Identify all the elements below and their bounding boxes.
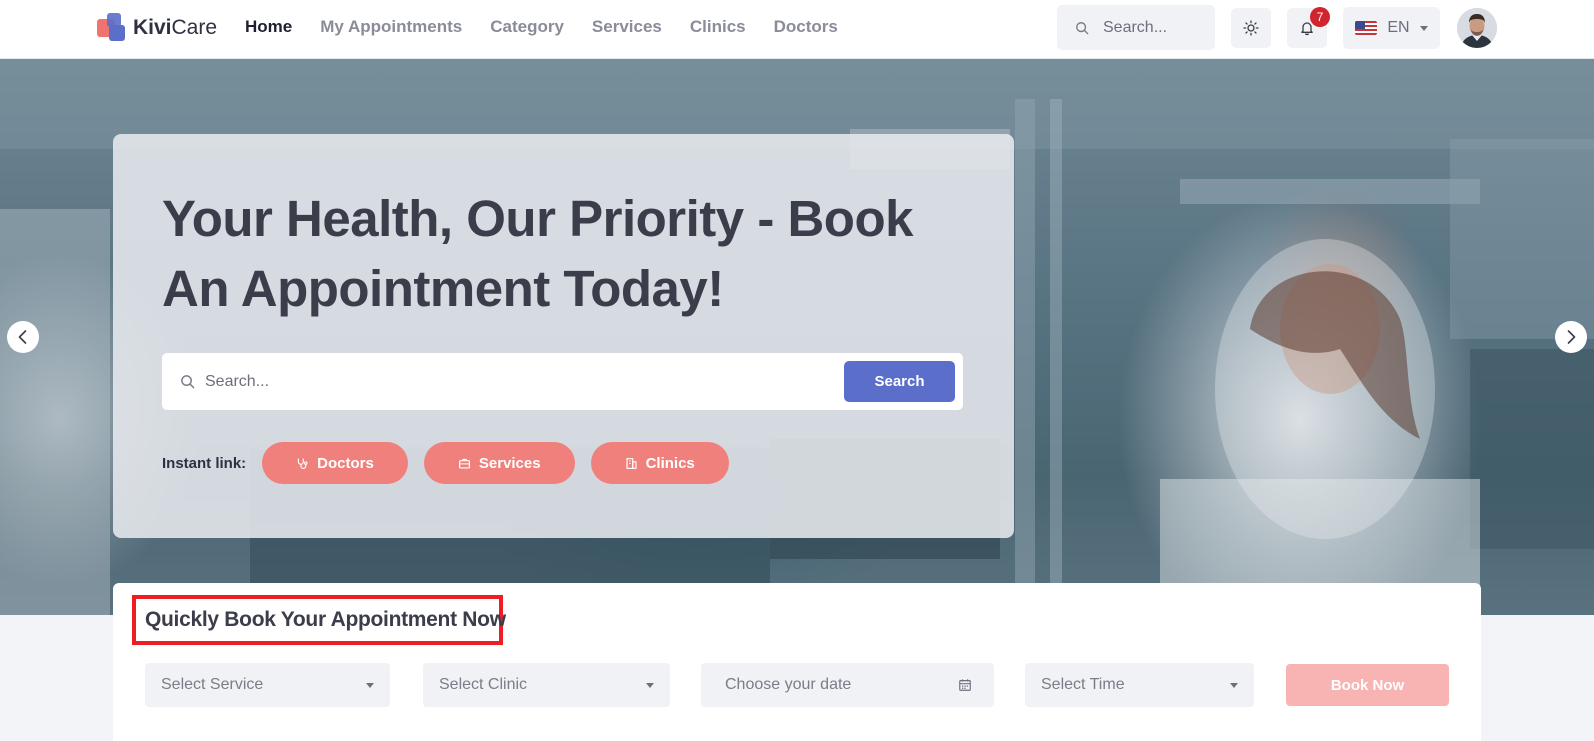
select-time-dropdown[interactable]: Select Time xyxy=(1025,663,1254,707)
select-clinic-dropdown[interactable]: Select Clinic xyxy=(423,663,670,707)
instant-link-clinics-label: Clinics xyxy=(645,454,695,472)
caret-down-icon xyxy=(1230,682,1238,688)
logo-text: KiviCare xyxy=(133,16,218,39)
building-icon xyxy=(626,457,637,469)
nav-my-appointments[interactable]: My Appointments xyxy=(320,17,462,37)
booking-title-highlight: Quickly Book Your Appointment Now xyxy=(132,595,506,645)
hero-search-button[interactable]: Search xyxy=(844,361,955,402)
nav-category[interactable]: Category xyxy=(490,17,564,37)
instant-links: Instant link: Doctors Services Clinics xyxy=(162,442,745,484)
language-dropdown[interactable]: EN xyxy=(1343,7,1440,49)
chevron-left-icon xyxy=(18,330,27,344)
us-flag-icon xyxy=(1355,21,1378,35)
search-icon xyxy=(181,375,195,389)
logo-icon xyxy=(97,13,127,43)
header-search xyxy=(1057,5,1215,50)
instant-link-services[interactable]: Services xyxy=(423,442,575,484)
select-service-dropdown[interactable]: Select Service xyxy=(145,663,390,707)
logo[interactable]: KiviCare xyxy=(97,13,217,43)
sun-icon xyxy=(1243,20,1259,36)
date-picker-label: Choose your date xyxy=(725,676,852,693)
instant-link-doctors[interactable]: Doctors xyxy=(262,442,408,484)
instant-link-services-label: Services xyxy=(478,454,541,472)
hero-title: Your Health, Our Priority - Book An Appo… xyxy=(162,190,913,317)
notifications-button[interactable]: 7 xyxy=(1287,7,1330,48)
nav-doctors[interactable]: Doctors xyxy=(774,17,838,37)
nav-clinics[interactable]: Clinics xyxy=(690,17,746,37)
avatar-image xyxy=(1457,8,1497,48)
select-time-label: Select Time xyxy=(1041,676,1125,693)
nav-home[interactable]: Home xyxy=(245,17,292,37)
select-service-label: Select Service xyxy=(161,676,264,693)
stethoscope-icon xyxy=(298,458,308,469)
instant-link-doctors-label: Doctors xyxy=(317,454,374,472)
quick-booking-panel: Quickly Book Your Appointment Now Select… xyxy=(113,583,1481,741)
hero-search-box: Search xyxy=(162,353,963,410)
instant-link-clinics[interactable]: Clinics xyxy=(590,442,729,484)
caret-down-icon xyxy=(1419,25,1428,31)
user-avatar[interactable] xyxy=(1457,8,1497,48)
briefcase-icon xyxy=(458,458,470,469)
language-label: EN xyxy=(1387,19,1410,36)
booking-title: Quickly Book Your Appointment Now xyxy=(145,608,506,631)
main-nav: Home My Appointments Category Services C… xyxy=(245,17,838,37)
calendar-icon xyxy=(959,679,971,691)
top-navbar: KiviCare Home My Appointments Category S… xyxy=(0,0,1594,59)
instant-link-label: Instant link: xyxy=(162,454,247,472)
select-clinic-label: Select Clinic xyxy=(439,676,528,693)
nav-services[interactable]: Services xyxy=(592,17,662,37)
hero-panel: Your Health, Our Priority - Book An Appo… xyxy=(113,134,1014,538)
theme-toggle-button[interactable] xyxy=(1231,8,1271,48)
chevron-right-icon xyxy=(1567,330,1576,344)
date-picker-input[interactable]: Choose your date xyxy=(701,663,994,707)
caret-down-icon xyxy=(646,682,654,688)
carousel-prev-button[interactable] xyxy=(7,321,39,353)
carousel-next-button[interactable] xyxy=(1555,321,1587,353)
header-search-input[interactable] xyxy=(1103,18,1203,37)
caret-down-icon xyxy=(366,682,374,688)
hero-banner: Your Health, Our Priority - Book An Appo… xyxy=(0,59,1594,615)
notification-count-badge: 7 xyxy=(1310,7,1330,27)
search-icon xyxy=(1076,21,1089,34)
book-now-button[interactable]: Book Now xyxy=(1286,664,1449,706)
